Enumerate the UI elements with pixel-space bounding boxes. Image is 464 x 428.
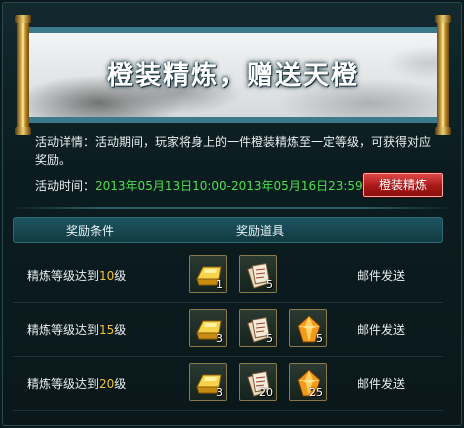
item-count: 3 — [216, 386, 223, 399]
item-count: 5 — [266, 278, 273, 291]
item-count: 5 — [266, 332, 273, 345]
condition-suffix: 级 — [114, 377, 127, 391]
orange-gem-item[interactable]: 5 — [289, 309, 327, 347]
gold-ingot-item[interactable]: 3 — [189, 309, 227, 347]
scroll-paper: 橙装精炼，赠送天橙 — [29, 27, 437, 123]
scroll-rod-right — [435, 15, 451, 135]
reward-table-header: 奖励条件 奖励道具 — [13, 217, 443, 243]
condition-prefix: 精炼等级达到 — [27, 377, 100, 391]
reward-condition: 精炼等级达到20级 — [27, 375, 126, 392]
scroll-rod-left — [15, 15, 31, 135]
section-divider — [7, 207, 457, 209]
orange-refine-button[interactable]: 橙装精炼 — [362, 172, 444, 198]
reward-row: 精炼等级达到10级 1 5 邮件发送 — [13, 249, 443, 303]
delivery-method: 邮件发送 — [357, 377, 406, 391]
condition-prefix: 精炼等级达到 — [27, 323, 100, 337]
header-condition: 奖励条件 — [66, 224, 115, 238]
orange-gem-item[interactable]: 25 — [289, 363, 327, 401]
reward-row: 精炼等级达到20级 3 20 25 邮件发送 — [13, 357, 443, 411]
condition-suffix: 级 — [114, 269, 127, 283]
reward-condition: 精炼等级达到15级 — [27, 321, 126, 338]
condition-prefix: 精炼等级达到 — [27, 269, 100, 283]
time-value: 2013年05月13日10:00-2013年05月16日23:59 — [95, 179, 363, 193]
gold-ingot-item[interactable]: 3 — [189, 363, 227, 401]
item-count: 3 — [216, 332, 223, 345]
scroll-paper-item[interactable]: 5 — [239, 309, 277, 347]
scroll-paper-item[interactable]: 20 — [239, 363, 277, 401]
reward-condition: 精炼等级达到10级 — [27, 267, 126, 284]
time-label: 活动时间： — [35, 179, 96, 193]
delivery-method: 邮件发送 — [357, 323, 406, 337]
details-label: 活动详情： — [35, 135, 96, 149]
condition-level: 15 — [99, 323, 115, 337]
delivery-method: 邮件发送 — [357, 269, 406, 283]
scroll-paper-item[interactable]: 5 — [239, 255, 277, 293]
condition-suffix: 级 — [114, 323, 127, 337]
item-count: 5 — [316, 332, 323, 345]
details-text: 活动期间，玩家将身上的一件橙装精炼至一定等级，可获得对应奖励。 — [35, 135, 432, 167]
banner-title: 橙装精炼，赠送天橙 — [106, 61, 359, 91]
item-count: 20 — [259, 386, 273, 399]
header-items: 奖励道具 — [236, 224, 285, 238]
event-details: 活动详情：活动期间，玩家将身上的一件橙装精炼至一定等级，可获得对应奖励。 — [35, 133, 435, 169]
event-time: 活动时间： 2013年05月13日10:00-2013年05月16日23:59 — [35, 175, 363, 197]
reward-table: 奖励条件 奖励道具 精炼等级达到10级 1 5 邮件发送 精炼等级达到15级 3 — [13, 217, 443, 423]
condition-level: 20 — [99, 377, 115, 391]
gold-ingot-item[interactable]: 1 — [189, 255, 227, 293]
event-panel: 橙装精炼，赠送天橙 活动详情：活动期间，玩家将身上的一件橙装精炼至一定等级，可获… — [2, 2, 462, 426]
condition-level: 10 — [99, 269, 115, 283]
item-count: 25 — [309, 386, 323, 399]
item-count: 1 — [216, 278, 223, 291]
title-scroll-banner: 橙装精炼，赠送天橙 — [15, 15, 451, 135]
reward-row: 精炼等级达到15级 3 5 5 邮件发送 — [13, 303, 443, 357]
